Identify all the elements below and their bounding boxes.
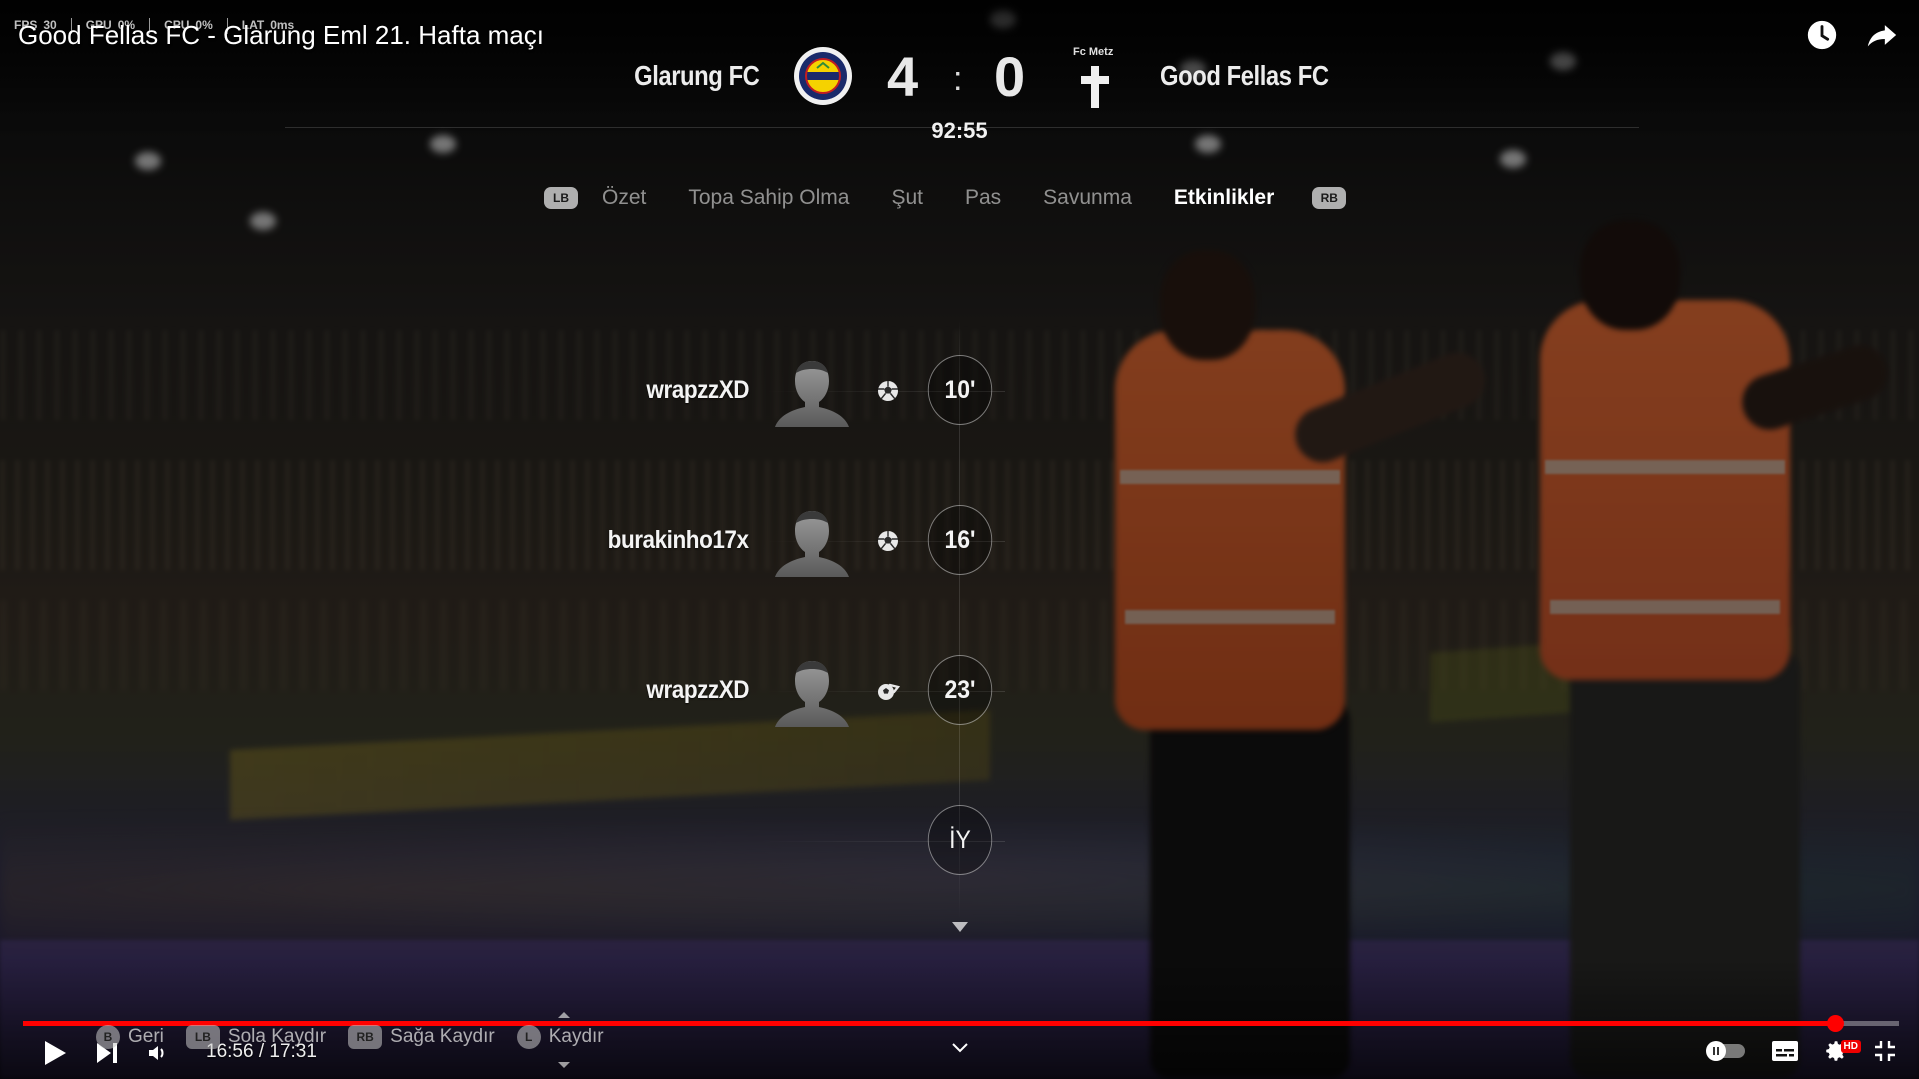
player-avatar-icon	[775, 661, 849, 727]
rb-button-badge: RB	[348, 1025, 383, 1049]
event-row[interactable]: wrapzzXD 23'	[0, 655, 1919, 727]
player-avatar-icon	[775, 511, 849, 577]
play-icon[interactable]	[42, 1038, 68, 1068]
tab-savunma[interactable]: Savunma	[1043, 186, 1132, 210]
hint-back[interactable]: B Geri	[96, 1025, 164, 1049]
b-button-badge: B	[96, 1025, 120, 1049]
goal-ball-icon	[878, 531, 898, 551]
stick-updown-icon	[558, 1012, 570, 1068]
away-score: 0	[994, 45, 1026, 108]
event-player-name: wrapzzXD	[646, 676, 749, 704]
score-separator: :	[953, 60, 963, 98]
assist-ball-icon	[878, 683, 900, 700]
event-row[interactable]: burakinho17x 16'	[0, 505, 1919, 577]
half-time-row: İY	[0, 805, 1919, 877]
goal-ball-icon	[878, 381, 898, 401]
lb-button-badge: LB	[185, 1025, 220, 1049]
hint-label: Geri	[128, 1026, 164, 1047]
hint-scroll-right[interactable]: RB Sağa Kaydır	[348, 1025, 495, 1049]
hint-label: Sola Kaydır	[227, 1026, 327, 1047]
controller-hints: B Geri LB Sola Kaydır RB Sağa Kaydır L K…	[96, 1025, 604, 1049]
subtitles-icon[interactable]	[1771, 1040, 1799, 1062]
player-avatar-icon	[775, 361, 849, 427]
scoreboard: Glarung FC 4 : 0 Fc Metz Good Fellas FC …	[0, 40, 1919, 143]
event-player-name: wrapzzXD	[646, 376, 749, 404]
fullscreen-exit-icon[interactable]	[1873, 1039, 1897, 1063]
scroll-down-arrow-icon[interactable]	[952, 922, 968, 932]
tab-topa-sahip-olma[interactable]: Topa Sahip Olma	[688, 186, 849, 210]
hd-badge: HD	[1840, 1040, 1861, 1053]
hint-scroll-left[interactable]: LB Sola Kaydır	[185, 1025, 327, 1049]
half-time-badge: İY	[927, 805, 993, 875]
match-clock: 92:55	[931, 118, 988, 143]
home-team-name: Glarung FC	[633, 60, 760, 91]
event-row[interactable]: wrapzzXD 10'	[0, 355, 1919, 427]
tab-ozet[interactable]: Özet	[602, 186, 646, 210]
home-score: 4	[887, 45, 919, 108]
autoplay-toggle-icon[interactable]	[1705, 1040, 1747, 1062]
stats-tab-bar: LB Özet Topa Sahip Olma Şut Pas Savunma …	[544, 186, 1347, 210]
l-stick-badge: L	[516, 1025, 541, 1049]
event-player-name: burakinho17x	[608, 526, 749, 554]
chevron-down-icon[interactable]	[951, 1042, 969, 1054]
rb-bumper-badge[interactable]: RB	[1312, 187, 1347, 209]
hint-label: Sağa Kaydır	[390, 1026, 495, 1047]
tab-sut[interactable]: Şut	[891, 186, 923, 210]
lb-bumper-badge[interactable]: LB	[544, 187, 578, 209]
away-team-name: Good Fellas FC	[1160, 60, 1329, 91]
away-team-crest-icon	[1081, 66, 1109, 108]
event-minute-badge: 16'	[927, 505, 993, 575]
event-minute-badge: 10'	[927, 355, 993, 425]
player-settings-controls	[1705, 1038, 1897, 1064]
home-team-crest-icon	[794, 47, 852, 105]
tab-etkinlikler[interactable]: Etkinlikler	[1174, 186, 1274, 210]
tab-pas[interactable]: Pas	[965, 186, 1001, 210]
event-minute-badge: 23'	[927, 655, 993, 725]
